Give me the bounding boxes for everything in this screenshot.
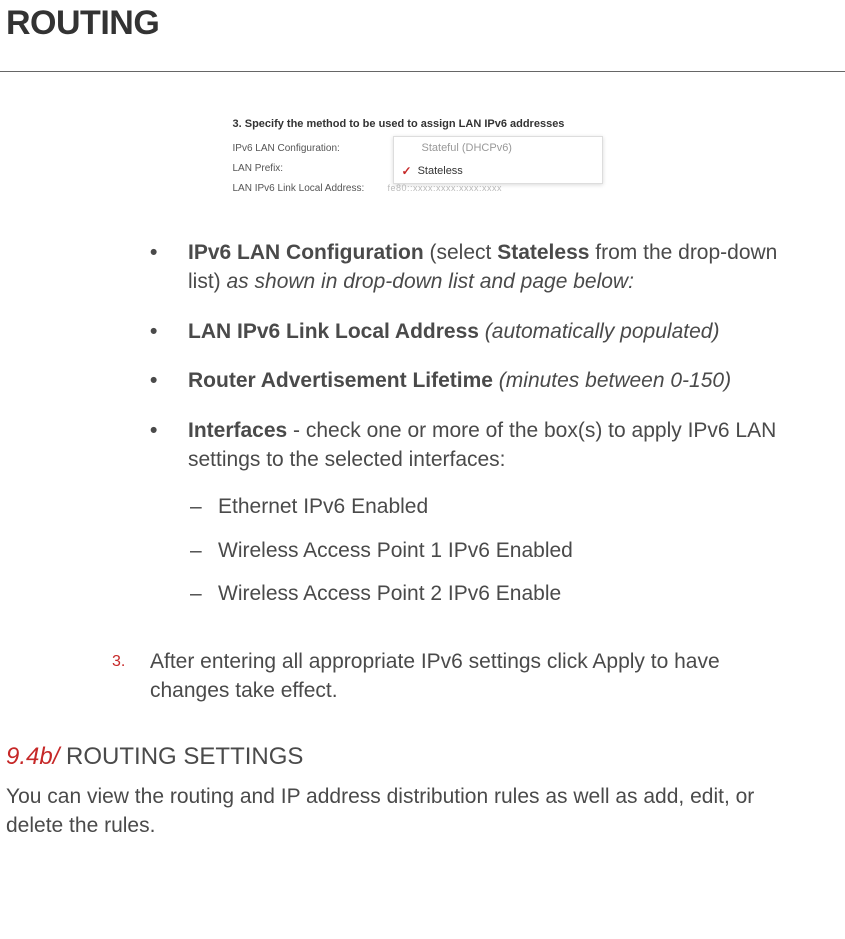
text-segment: Stateless: [497, 241, 589, 264]
bullet-body: IPv6 LAN Configuration (select Stateless…: [188, 238, 785, 297]
bullet-item: •LAN IPv6 Link Local Address (automatica…: [150, 317, 785, 346]
sub-bullet-text: Wireless Access Point 1 IPv6 Enabled: [218, 536, 573, 565]
page-title: ROUTING: [0, 0, 845, 43]
sub-bullet-item: –Wireless Access Point 1 IPv6 Enabled: [188, 536, 785, 565]
dropdown-option-label: Stateful (DHCPv6): [422, 142, 512, 154]
text-segment: LAN IPv6 Link Local Address: [188, 320, 479, 343]
text-segment: Interfaces: [188, 419, 287, 442]
section-number: 9.4b/: [6, 743, 59, 770]
bullet-body: LAN IPv6 Link Local Address (automatical…: [188, 317, 785, 346]
numbered-step: 3. After entering all appropriate IPv6 s…: [0, 647, 845, 706]
text-segment: (automatically populated): [479, 320, 719, 343]
embedded-screenshot: 3. Specify the method to be used to assi…: [0, 118, 845, 198]
dropdown-option-stateless: ✓ Stateless: [394, 159, 602, 183]
mock-label: LAN Prefix:: [233, 163, 388, 174]
divider: [0, 71, 845, 72]
bullet-item: •Router Advertisement Lifetime (minutes …: [150, 366, 785, 395]
text-segment: IPv6 LAN Configuration: [188, 241, 424, 264]
sub-bullet-text: Ethernet IPv6 Enabled: [218, 492, 428, 521]
dropdown-option-label: Stateless: [418, 165, 463, 177]
bullet-marker: •: [150, 366, 188, 395]
section-heading: 9.4b/ ROUTING SETTINGS: [0, 743, 845, 771]
sub-bullet-marker: –: [188, 492, 218, 521]
bullet-marker: •: [150, 238, 188, 297]
text-segment: (select: [424, 241, 498, 264]
num-marker: 3.: [112, 647, 150, 706]
dropdown-option-stateful: Stateful (DHCPv6): [394, 137, 602, 159]
bullet-body: Router Advertisement Lifetime (minutes b…: [188, 366, 785, 395]
section-paragraph: You can view the routing and IP address …: [0, 783, 845, 840]
bullet-marker: •: [150, 317, 188, 346]
sub-bullet-item: –Ethernet IPv6 Enabled: [188, 492, 785, 521]
sub-bullet-text: Wireless Access Point 2 IPv6 Enable: [218, 579, 561, 608]
sub-bullet-list: –Ethernet IPv6 Enabled–Wireless Access P…: [188, 492, 785, 608]
bullet-body: Interfaces - check one or more of the bo…: [188, 416, 785, 623]
num-item: 3. After entering all appropriate IPv6 s…: [112, 647, 785, 706]
sub-bullet-item: –Wireless Access Point 2 IPv6 Enable: [188, 579, 785, 608]
sub-bullet-marker: –: [188, 579, 218, 608]
mock-dropdown: Stateful (DHCPv6) ✓ Stateless: [393, 136, 603, 184]
text-segment: (minutes between 0-150): [493, 369, 731, 392]
mock-label: IPv6 LAN Configuration:: [233, 143, 388, 154]
sub-bullet-marker: –: [188, 536, 218, 565]
mock-label: LAN IPv6 Link Local Address:: [233, 183, 388, 194]
content-area: 3. Specify the method to be used to assi…: [0, 118, 845, 840]
section-title: ROUTING SETTINGS: [59, 743, 303, 770]
bullet-list: •IPv6 LAN Configuration (select Stateles…: [0, 238, 845, 623]
text-segment: as shown in drop-down list and page belo…: [221, 270, 634, 293]
bullet-marker: •: [150, 416, 188, 623]
mock-ui-panel: 3. Specify the method to be used to assi…: [233, 118, 613, 198]
check-icon: ✓: [402, 164, 412, 178]
num-text: After entering all appropriate IPv6 sett…: [150, 647, 785, 706]
mock-heading: 3. Specify the method to be used to assi…: [233, 118, 613, 130]
bullet-item: •IPv6 LAN Configuration (select Stateles…: [150, 238, 785, 297]
bullet-item: •Interfaces - check one or more of the b…: [150, 416, 785, 623]
text-segment: Router Advertisement Lifetime: [188, 369, 493, 392]
mock-blur-value: fe80::xxxx:xxxx:xxxx:xxxx: [388, 183, 503, 193]
